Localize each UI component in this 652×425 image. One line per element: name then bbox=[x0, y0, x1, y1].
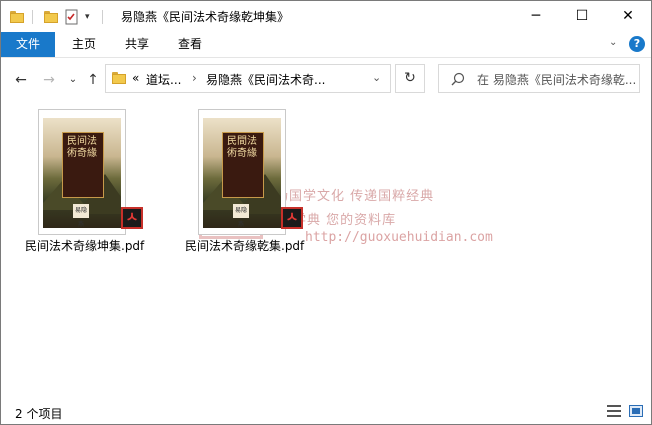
back-button[interactable]: ← bbox=[11, 71, 31, 89]
address-dropdown-icon[interactable]: ⌄ bbox=[372, 71, 381, 84]
cover-author: 易隐燕 bbox=[233, 204, 249, 228]
ribbon-divider bbox=[1, 57, 651, 58]
title-bar: ▾ 易隐燕《民间法术奇缘乾坤集》 ─ ☐ ✕ bbox=[1, 1, 651, 32]
help-icon[interactable]: ? bbox=[629, 36, 645, 52]
minimize-button[interactable]: ─ bbox=[513, 1, 559, 31]
book-cover: 民間法術奇緣 易隐燕 bbox=[203, 118, 281, 228]
book-cover: 民间法術奇緣 易隐燕 bbox=[43, 118, 121, 228]
divider bbox=[32, 10, 33, 24]
refresh-button[interactable]: ↻ bbox=[395, 64, 425, 93]
expand-ribbon-icon[interactable]: ⌄ bbox=[609, 37, 617, 48]
search-placeholder: 在 易隐燕《民间法术奇缘乾... bbox=[477, 73, 637, 87]
folder-icon bbox=[10, 8, 24, 26]
address-overflow-chevron[interactable]: « bbox=[132, 71, 139, 85]
search-box[interactable]: 在 易隐燕《民间法术奇缘乾... bbox=[438, 64, 640, 93]
tab-home[interactable]: 主页 bbox=[61, 32, 107, 57]
up-button[interactable]: ↑ bbox=[83, 71, 103, 89]
ribbon-tabs: 文件 主页 共享 查看 ⌄ ? bbox=[1, 32, 651, 57]
cover-title: 民間法術奇緣 bbox=[227, 136, 257, 159]
file-name[interactable]: 民间法术奇缘乾集.pdf bbox=[185, 237, 304, 254]
watermark-url: http://guoxuehuidian.com bbox=[305, 230, 493, 245]
file-thumbnail: 民间法術奇緣 易隐燕 bbox=[38, 109, 126, 235]
maximize-button[interactable]: ☐ bbox=[559, 1, 605, 31]
file-thumbnail: 民間法術奇緣 易隐燕 bbox=[198, 109, 286, 235]
breadcrumb-separator[interactable]: › bbox=[192, 71, 197, 85]
details-view-icon[interactable] bbox=[607, 405, 621, 417]
search-icon bbox=[451, 72, 465, 86]
recent-locations-button[interactable]: ⌄ bbox=[63, 71, 83, 89]
new-folder-icon[interactable] bbox=[65, 8, 79, 26]
status-item-count: 2 个项目 bbox=[15, 407, 63, 421]
cover-title: 民间法術奇緣 bbox=[67, 136, 97, 159]
tab-file[interactable]: 文件 bbox=[1, 32, 55, 57]
folder-icon bbox=[112, 72, 126, 84]
divider bbox=[102, 10, 103, 24]
properties-icon[interactable] bbox=[44, 8, 58, 26]
cover-author: 易隐燕 bbox=[73, 204, 89, 228]
close-button[interactable]: ✕ bbox=[605, 1, 651, 31]
file-name[interactable]: 民间法术奇缘坤集.pdf bbox=[25, 237, 144, 254]
forward-button[interactable]: → bbox=[39, 71, 59, 89]
explorer-window: ▾ 易隐燕《民间法术奇缘乾坤集》 ─ ☐ ✕ 文件 主页 共享 查看 ⌄ ? ←… bbox=[0, 0, 652, 425]
window-title: 易隐燕《民间法术奇缘乾坤集》 bbox=[121, 10, 290, 24]
file-item[interactable]: 民間法術奇緣 易隐燕 ㅅ 民间法术奇缘乾集.pdf bbox=[185, 109, 315, 259]
breadcrumb-item[interactable]: 道坛... bbox=[146, 71, 181, 88]
tab-view[interactable]: 查看 bbox=[167, 32, 213, 57]
pdf-icon: ㅅ bbox=[281, 207, 303, 229]
large-icons-view-icon[interactable] bbox=[629, 405, 643, 417]
file-item[interactable]: 民间法術奇緣 易隐燕 ㅅ 民间法术奇缘坤集.pdf bbox=[25, 109, 155, 259]
address-bar[interactable]: « 道坛... › 易隐燕《民间法术奇... ⌄ bbox=[105, 64, 391, 93]
tab-share[interactable]: 共享 bbox=[114, 32, 160, 57]
pdf-icon: ㅅ bbox=[121, 207, 143, 229]
customize-toolbar-icon[interactable]: ▾ bbox=[85, 8, 90, 26]
breadcrumb-item[interactable]: 易隐燕《民间法术奇... bbox=[206, 71, 325, 88]
